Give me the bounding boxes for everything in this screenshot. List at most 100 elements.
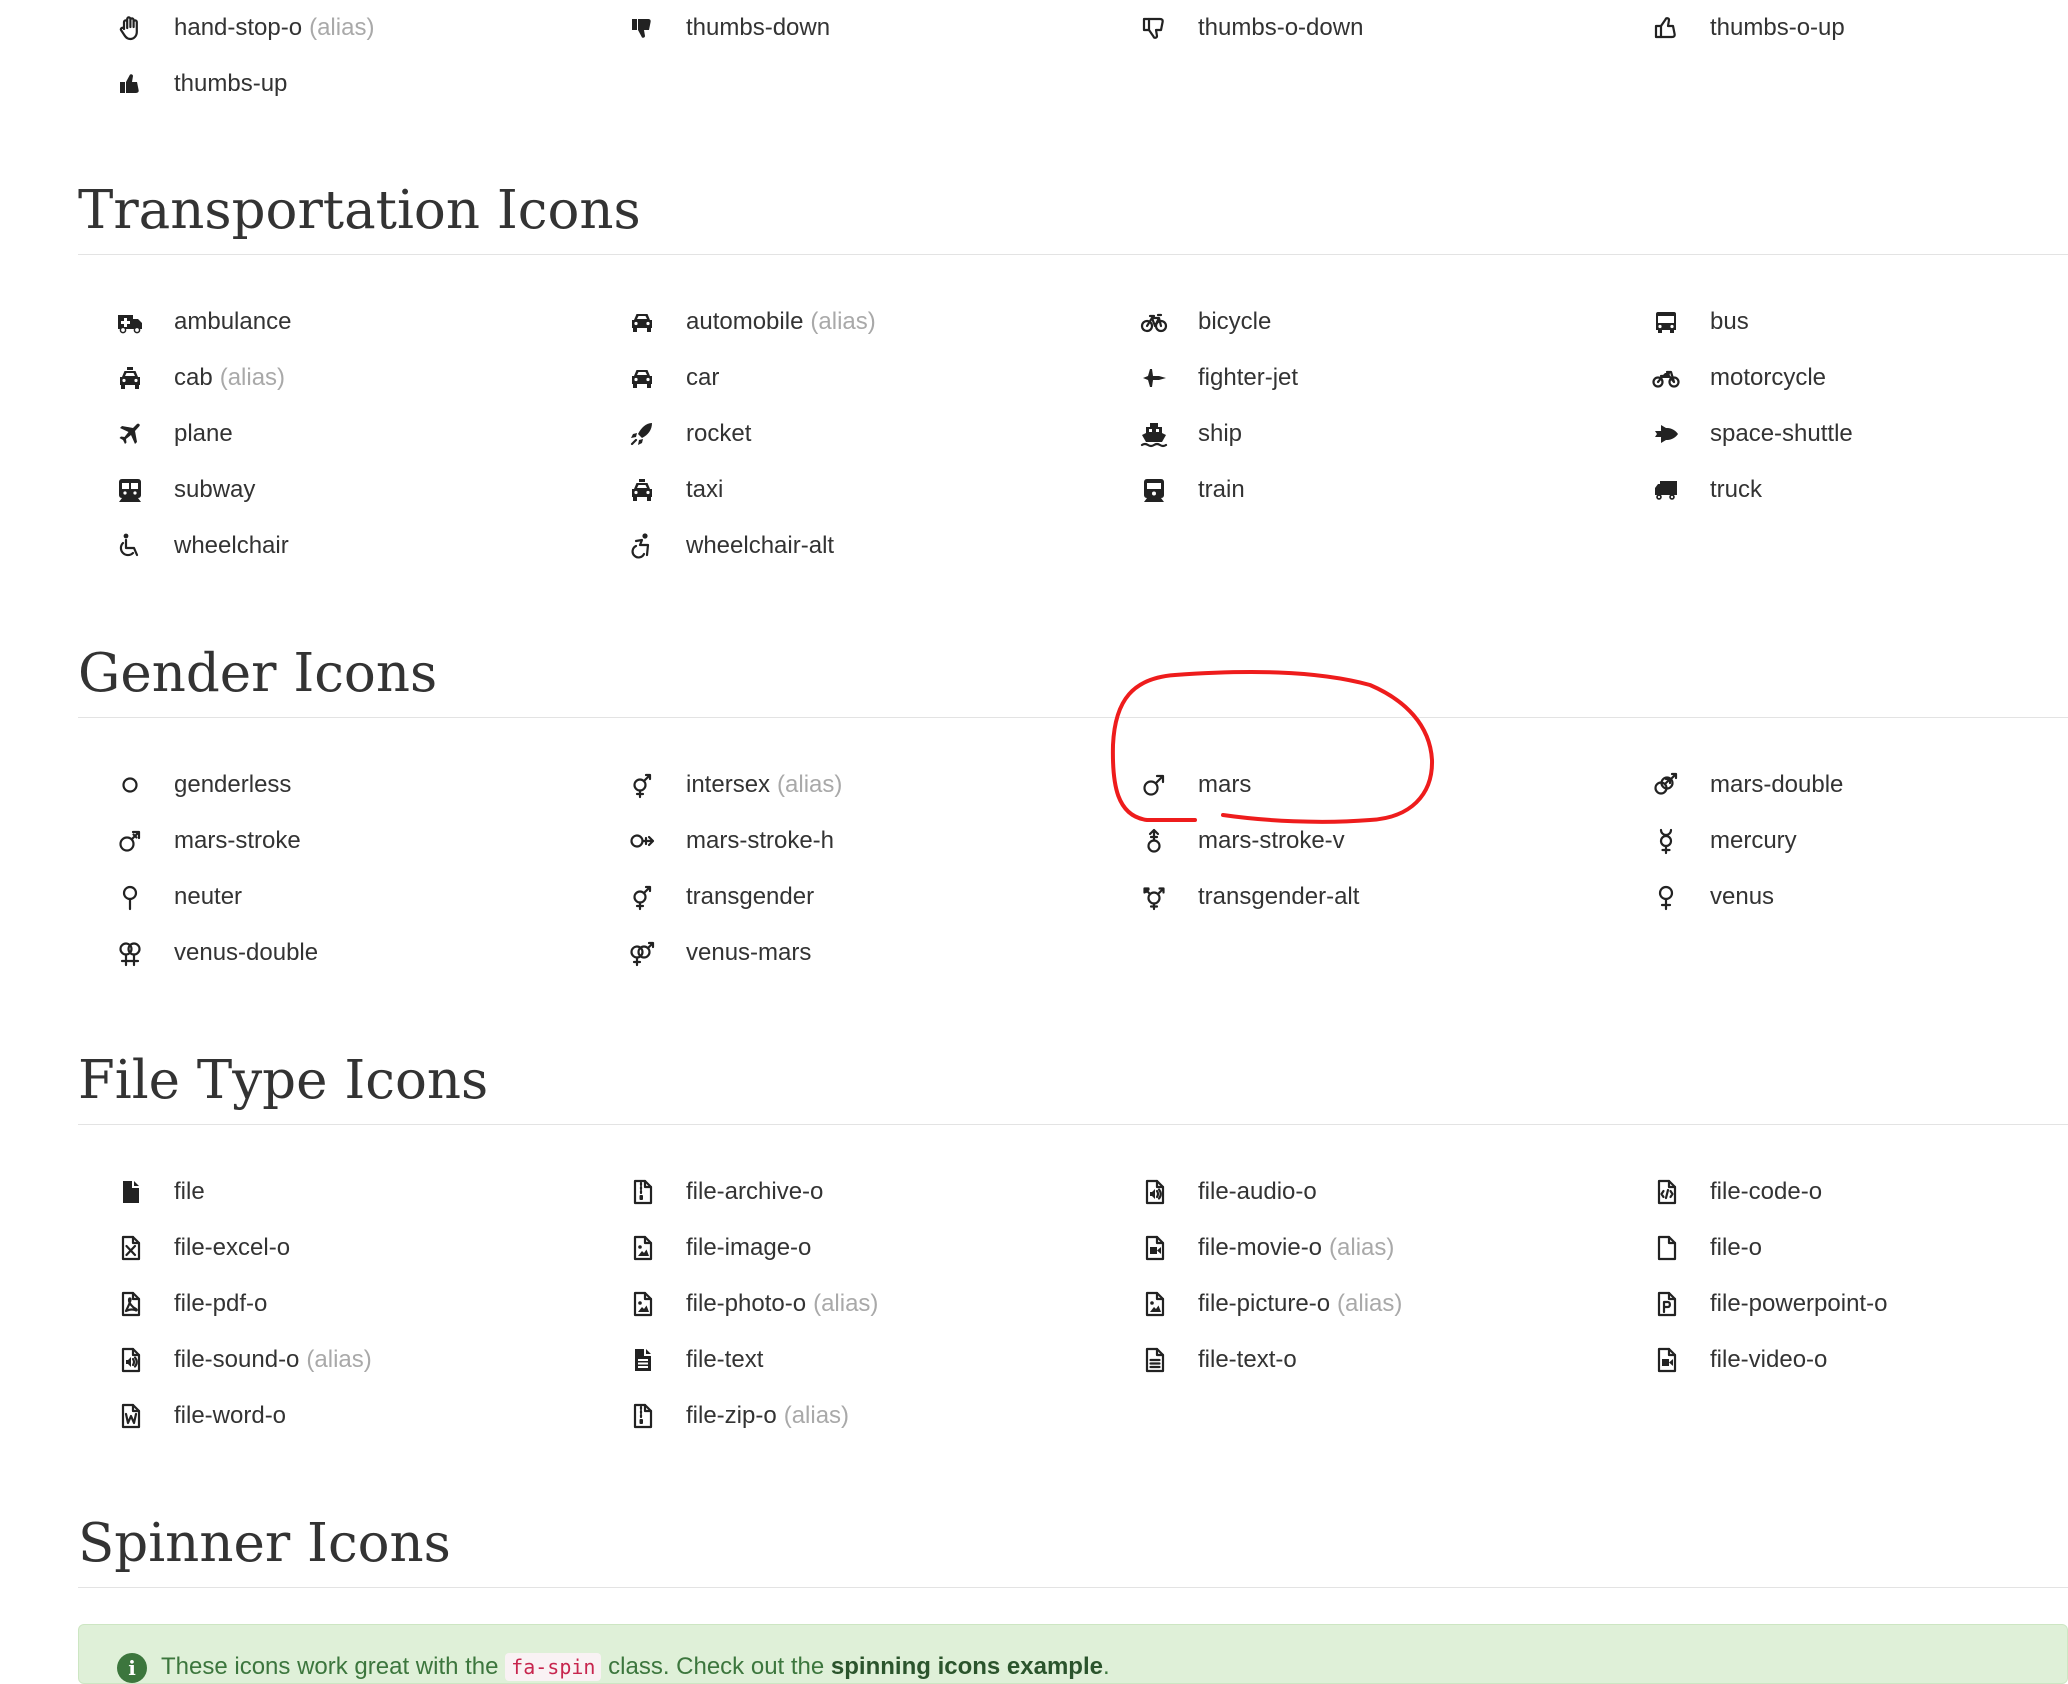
icon-entry-file-sound-o[interactable]: file-sound-o (alias) — [110, 1340, 610, 1380]
icon-name-label: ship — [1198, 420, 1243, 447]
icon-name-label: transgender — [686, 883, 815, 910]
icon-entry-bus[interactable]: bus — [1646, 302, 2068, 342]
icon-entry-thumbs-o-down[interactable]: thumbs-o-down — [1134, 8, 1634, 48]
icon-entry-train[interactable]: train — [1134, 470, 1634, 510]
icon-entry-file-audio-o[interactable]: file-audio-o — [1134, 1172, 1634, 1212]
icon-entry-venus[interactable]: venus — [1646, 877, 2068, 917]
icon-entry-file-image-o[interactable]: file-image-o — [622, 1228, 1122, 1268]
icon-entry-space-shuttle[interactable]: space-shuttle — [1646, 414, 2068, 454]
icon-entry-file-powerpoint-o[interactable]: file-powerpoint-o — [1646, 1284, 2068, 1324]
icon-name-label: thumbs-o-down — [1198, 14, 1364, 41]
icon-entry-mars[interactable]: mars — [1134, 765, 1634, 805]
icon-entry-wheelchair[interactable]: wheelchair — [110, 526, 610, 566]
icon-name-label: ambulance — [174, 308, 292, 335]
icon-name-label: file-zip-o — [686, 1402, 777, 1429]
rocket-icon — [622, 414, 662, 454]
icon-name-label: space-shuttle — [1710, 420, 1853, 447]
section-divider — [78, 717, 2068, 718]
icon-entry-thumbs-down[interactable]: thumbs-down — [622, 8, 1122, 48]
file-o-icon — [1646, 1228, 1686, 1268]
neuter-icon — [110, 877, 150, 917]
icon-entry-file-o[interactable]: file-o — [1646, 1228, 2068, 1268]
icon-entry-mercury[interactable]: mercury — [1646, 821, 2068, 861]
alias-tag: (alias) — [309, 14, 375, 41]
icon-entry-plane[interactable]: plane — [110, 414, 610, 454]
icon-name-label: mars-stroke-v — [1198, 827, 1345, 854]
venus-icon — [1646, 877, 1686, 917]
genderless-icon — [110, 765, 150, 805]
icon-entry-file-video-o[interactable]: file-video-o — [1646, 1340, 2068, 1380]
icon-name-label: thumbs-up — [174, 70, 288, 97]
transgender-icon — [622, 765, 662, 805]
mars-icon — [1134, 765, 1174, 805]
icon-name-label: thumbs-o-up — [1710, 14, 1845, 41]
icon-entry-car[interactable]: car — [622, 358, 1122, 398]
icon-entry-ship[interactable]: ship — [1134, 414, 1634, 454]
file-text-o-icon — [1134, 1340, 1174, 1380]
icon-entry-intersex[interactable]: intersex (alias) — [622, 765, 1122, 805]
icon-entry-mars-double[interactable]: mars-double — [1646, 765, 2068, 805]
icon-name-label: subway — [174, 476, 256, 503]
icon-entry-fighter-jet[interactable]: fighter-jet — [1134, 358, 1634, 398]
alias-tag: (alias) — [777, 771, 843, 798]
file-image-o-icon — [622, 1228, 662, 1268]
ship-icon — [1134, 414, 1174, 454]
icon-entry-file-picture-o[interactable]: file-picture-o (alias) — [1134, 1284, 1634, 1324]
icon-entry-venus-double[interactable]: venus-double — [110, 933, 610, 973]
icon-entry-file-zip-o[interactable]: file-zip-o (alias) — [622, 1396, 1122, 1436]
icon-entry-file-excel-o[interactable]: file-excel-o — [110, 1228, 610, 1268]
icon-name-label: neuter — [174, 883, 243, 910]
icon-entry-file-text-o[interactable]: file-text-o — [1134, 1340, 1634, 1380]
space-shuttle-icon — [1646, 414, 1686, 454]
gender-section-title: Gender Icons — [78, 643, 438, 704]
icon-entry-neuter[interactable]: neuter — [110, 877, 610, 917]
icon-entry-taxi[interactable]: taxi — [622, 470, 1122, 510]
icon-entry-mars-stroke[interactable]: mars-stroke — [110, 821, 610, 861]
icon-entry-cab[interactable]: cab (alias) — [110, 358, 610, 398]
icon-entry-file-archive-o[interactable]: file-archive-o — [622, 1172, 1122, 1212]
icon-name-label: file-audio-o — [1198, 1178, 1317, 1205]
file-type-section-title: File Type Icons — [78, 1050, 489, 1111]
alias-tag: (alias) — [813, 1290, 879, 1317]
icon-entry-automobile[interactable]: automobile (alias) — [622, 302, 1122, 342]
subway-icon — [110, 470, 150, 510]
icon-entry-hand-stop-o[interactable]: hand-stop-o (alias) — [110, 8, 610, 48]
icon-name-label: file-video-o — [1710, 1346, 1828, 1373]
icon-name-label: file-archive-o — [686, 1178, 824, 1205]
icon-entry-thumbs-o-up[interactable]: thumbs-o-up — [1646, 8, 2068, 48]
mars-stroke-h-icon — [622, 821, 662, 861]
icon-name-label: venus-double — [174, 939, 319, 966]
thumbs-o-up-icon — [1646, 8, 1686, 48]
icon-entry-motorcycle[interactable]: motorcycle — [1646, 358, 2068, 398]
train-icon — [1134, 470, 1174, 510]
icon-entry-mars-stroke-v[interactable]: mars-stroke-v — [1134, 821, 1634, 861]
icon-entry-transgender[interactable]: transgender — [622, 877, 1122, 917]
icon-entry-truck[interactable]: truck — [1646, 470, 2068, 510]
file-code-o-icon — [1646, 1172, 1686, 1212]
bicycle-icon — [1134, 302, 1174, 342]
icon-entry-file-word-o[interactable]: file-word-o — [110, 1396, 610, 1436]
icon-name-label: file-pdf-o — [174, 1290, 268, 1317]
icon-entry-venus-mars[interactable]: venus-mars — [622, 933, 1122, 973]
transgender-icon — [622, 877, 662, 917]
icon-entry-bicycle[interactable]: bicycle — [1134, 302, 1634, 342]
icon-entry-thumbs-up[interactable]: thumbs-up — [110, 64, 610, 104]
file-text-icon — [622, 1340, 662, 1380]
icon-entry-ambulance[interactable]: ambulance — [110, 302, 610, 342]
icon-entry-subway[interactable]: subway — [110, 470, 610, 510]
icon-entry-file-pdf-o[interactable]: file-pdf-o — [110, 1284, 610, 1324]
icon-name-label: venus-mars — [686, 939, 812, 966]
icon-name-label: wheelchair — [174, 532, 289, 559]
icon-entry-file-code-o[interactable]: file-code-o — [1646, 1172, 2068, 1212]
icon-entry-file-photo-o[interactable]: file-photo-o (alias) — [622, 1284, 1122, 1324]
icon-entry-file-movie-o[interactable]: file-movie-o (alias) — [1134, 1228, 1634, 1268]
icon-entry-transgender-alt[interactable]: transgender-alt — [1134, 877, 1634, 917]
file-archive-o-icon — [622, 1172, 662, 1212]
icon-entry-file-text[interactable]: file-text — [622, 1340, 1122, 1380]
icon-entry-rocket[interactable]: rocket — [622, 414, 1122, 454]
icon-entry-wheelchair-alt[interactable]: wheelchair-alt — [622, 526, 1122, 566]
icon-name-label: truck — [1710, 476, 1763, 503]
icon-entry-file[interactable]: file — [110, 1172, 610, 1212]
icon-entry-mars-stroke-h[interactable]: mars-stroke-h — [622, 821, 1122, 861]
icon-entry-genderless[interactable]: genderless — [110, 765, 610, 805]
